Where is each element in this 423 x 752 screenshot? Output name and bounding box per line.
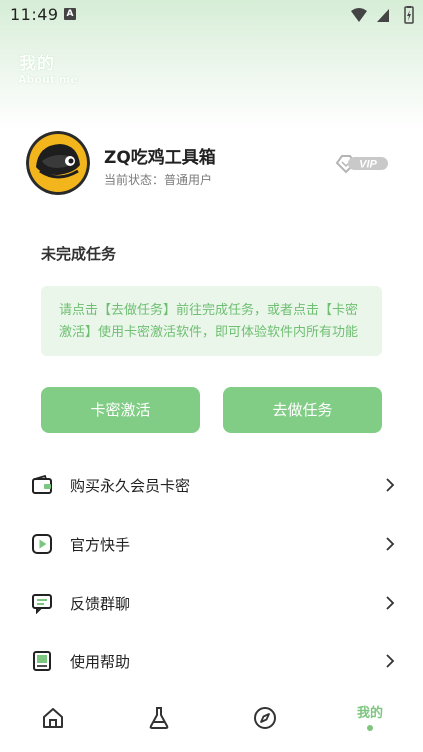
vip-badge-icon: VIP bbox=[335, 155, 388, 174]
chevron-right-icon bbox=[386, 596, 395, 610]
vip-badge-label: VIP bbox=[359, 159, 377, 171]
menu-label: 反馈群聊 bbox=[70, 595, 131, 613]
tab-me-label: 我的 bbox=[356, 706, 383, 721]
flask-icon bbox=[149, 707, 169, 729]
chevron-right-icon bbox=[386, 478, 395, 492]
user-status: 当前状态：普通用户 bbox=[104, 173, 213, 187]
status-time: 11:49 bbox=[10, 5, 59, 24]
wifi-icon bbox=[351, 8, 367, 22]
tab-lab[interactable] bbox=[129, 692, 189, 748]
active-tab-indicator bbox=[367, 725, 373, 731]
activate-card-button[interactable]: 卡密激活 bbox=[41, 387, 200, 433]
menu-item-buy-membership[interactable]: 购买永久会员卡密 bbox=[0, 460, 423, 512]
menu-item-official-kuaishou[interactable]: 官方快手 bbox=[0, 519, 423, 571]
section-title-tasks: 未完成任务 bbox=[41, 245, 117, 263]
page-subtitle: About me bbox=[18, 73, 78, 86]
tab-home[interactable] bbox=[23, 692, 83, 748]
menu-item-help[interactable]: 使用帮助 bbox=[0, 636, 423, 688]
home-icon bbox=[43, 708, 63, 728]
status-indicators bbox=[351, 6, 414, 24]
menu-label: 官方快手 bbox=[70, 536, 131, 554]
chevron-right-icon bbox=[386, 537, 395, 551]
menu-label: 购买永久会员卡密 bbox=[70, 477, 191, 495]
username: ZQ吃鸡工具箱 bbox=[104, 148, 216, 168]
bottom-tab-bar: 我的 bbox=[0, 692, 423, 752]
book-icon bbox=[33, 651, 51, 671]
menu-item-feedback-group[interactable]: 反馈群聊 bbox=[0, 578, 423, 630]
task-message-box: 请点击【去做任务】前往完成任务，或者点击【卡密激活】使用卡密激活软件，即可体验软… bbox=[41, 286, 382, 356]
notification-icon: A bbox=[64, 8, 76, 20]
chevron-right-icon bbox=[386, 654, 395, 668]
compass-icon bbox=[254, 707, 276, 729]
avatar[interactable] bbox=[26, 131, 90, 195]
battery-icon bbox=[404, 6, 414, 24]
signal-icon bbox=[377, 9, 389, 22]
page-title: 我的 bbox=[19, 54, 55, 74]
do-task-button[interactable]: 去做任务 bbox=[223, 387, 382, 433]
tab-discover[interactable] bbox=[235, 692, 295, 748]
helmet-avatar-icon bbox=[26, 131, 90, 195]
task-message: 请点击【去做任务】前往完成任务，或者点击【卡密激活】使用卡密激活软件，即可体验软… bbox=[59, 303, 359, 340]
tab-me[interactable]: 我的 bbox=[340, 692, 400, 748]
status-bar: 11:49 A bbox=[0, 0, 423, 30]
wallet-icon bbox=[32, 474, 52, 494]
video-play-icon bbox=[32, 534, 52, 554]
menu-label: 使用帮助 bbox=[70, 653, 131, 671]
chat-icon bbox=[32, 594, 52, 614]
